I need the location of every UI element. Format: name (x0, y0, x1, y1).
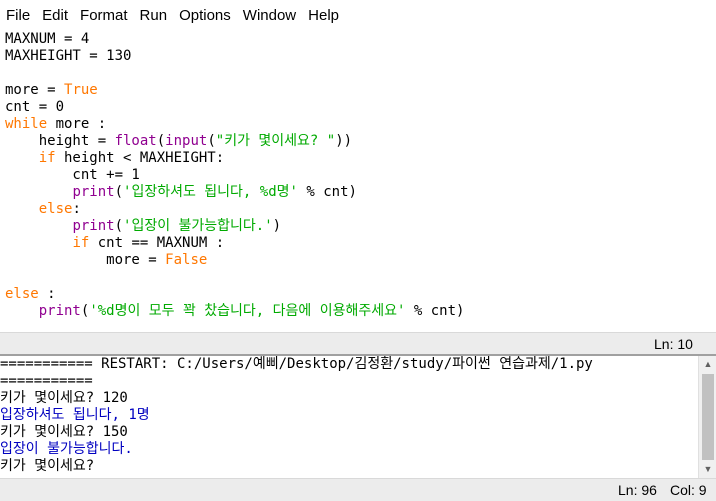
scroll-thumb[interactable] (702, 374, 714, 460)
code-line[interactable]: else : (5, 286, 464, 303)
code-line[interactable]: cnt = 0 (5, 99, 464, 116)
code-line[interactable]: else: (5, 201, 464, 218)
shell-scrollbar[interactable]: ▲ ▼ (698, 356, 716, 478)
code-token: more : (47, 116, 107, 132)
code-token: if (38, 150, 56, 166)
code-token: ( (114, 218, 124, 234)
code-token: ( (156, 133, 166, 149)
shell-line: 입장하셔도 됩니다, 1명 (0, 407, 150, 423)
shell-line: 키가 몇이세요? (0, 458, 103, 474)
code-token: if (72, 235, 90, 251)
code-token: '%d명이 모두 꽉 찼습니다, 다음에 이용해주세요' (89, 303, 406, 319)
code-line[interactable] (5, 65, 464, 82)
code-line[interactable]: more = False (5, 252, 464, 269)
code-token: ( (207, 133, 216, 149)
code-line[interactable]: while more : (5, 116, 464, 133)
code-token: else (5, 286, 39, 302)
code-line[interactable]: print('입장이 불가능합니다.') (5, 218, 464, 235)
code-token: print (38, 303, 81, 319)
editor-status-bar: Ln: 10 (0, 332, 716, 355)
code-token: ) (272, 218, 282, 234)
shell-line-number: Ln: 96 (618, 482, 657, 498)
menu-run[interactable]: Run (134, 0, 174, 31)
code-token: more = (5, 82, 65, 98)
code-token: True (64, 82, 98, 98)
shell-text[interactable]: =========== RESTART: C:/Users/예삐/Desktop… (0, 356, 593, 475)
code-token: MAXNUM = 4 (5, 31, 90, 47)
menu-edit[interactable]: Edit (36, 0, 74, 31)
code-line[interactable]: print('입장하셔도 됩니다, %d명' % cnt) (5, 184, 464, 201)
code-token: float (114, 133, 157, 149)
menu-options[interactable]: Options (173, 0, 237, 31)
menu-bar: File Edit Format Run Options Window Help (0, 0, 716, 32)
code-token: height = (5, 133, 115, 149)
code-token: print (72, 218, 115, 234)
code-token: input (165, 133, 208, 149)
code-line[interactable]: height = float(input("키가 몇이세요? ")) (5, 133, 464, 150)
code-token: cnt += 1 (5, 167, 140, 183)
code-token: ( (114, 184, 124, 200)
menu-file[interactable]: File (0, 0, 36, 31)
code-token: cnt = 0 (5, 99, 65, 115)
code-token: "키가 몇이세요? " (215, 133, 336, 149)
code-line[interactable]: cnt += 1 (5, 167, 464, 184)
shell-line: =========== (0, 373, 93, 389)
shell-col-number: Col: 9 (670, 482, 707, 498)
code-editor[interactable]: MAXNUM = 4 MAXHEIGHT = 130 more = True cnt … (0, 31, 716, 332)
code-line[interactable] (5, 269, 464, 286)
shell-line: 키가 몇이세요? 150 (0, 424, 128, 440)
code-token: )) (335, 133, 353, 149)
code-token: more = (5, 252, 166, 268)
code-line[interactable]: print('%d명이 모두 꽉 찼습니다, 다음에 이용해주세요' % cnt… (5, 303, 465, 320)
scroll-down-icon[interactable]: ▼ (699, 461, 716, 478)
code-token: else (38, 201, 73, 217)
menu-format[interactable]: Format (74, 0, 134, 31)
shell-output[interactable]: =========== RESTART: C:/Users/예삐/Desktop… (0, 356, 698, 478)
code-line[interactable]: more = True (5, 82, 464, 99)
menu-window[interactable]: Window (237, 0, 302, 31)
code-token: % cnt) (297, 184, 357, 200)
code-token: MAXHEIGHT = 130 (5, 48, 132, 64)
code-token: : (38, 286, 56, 302)
menu-help[interactable]: Help (302, 0, 345, 31)
scroll-up-icon[interactable]: ▲ (699, 356, 716, 373)
code-text[interactable]: MAXNUM = 4 MAXHEIGHT = 130 more = True cnt … (5, 31, 464, 320)
code-token: '입장이 불가능합니다.' (123, 218, 273, 234)
code-token: % cnt) (405, 303, 465, 319)
code-token: height < MAXHEIGHT: (55, 150, 225, 166)
code-token: while (5, 116, 48, 132)
code-token: print (72, 184, 115, 200)
code-line[interactable]: MAXNUM = 4 (5, 31, 464, 48)
shell-line: =========== RESTART: C:/Users/예삐/Desktop… (0, 356, 593, 372)
code-token: : (72, 201, 81, 217)
code-line[interactable]: if height < MAXHEIGHT: (5, 150, 464, 167)
editor-line-number: Ln: 10 (654, 336, 693, 352)
shell-line: 키가 몇이세요? 120 (0, 390, 128, 406)
code-token: False (165, 252, 208, 268)
code-token: '입장하셔도 됩니다, %d명' (123, 184, 298, 200)
code-token: cnt == MAXNUM : (89, 235, 225, 251)
shell-line: 입장이 불가능합니다. (0, 441, 133, 457)
code-line[interactable]: if cnt == MAXNUM : (5, 235, 464, 252)
code-line[interactable]: MAXHEIGHT = 130 (5, 48, 464, 65)
shell-status-bar: Ln: 96 Col: 9 (0, 478, 716, 501)
